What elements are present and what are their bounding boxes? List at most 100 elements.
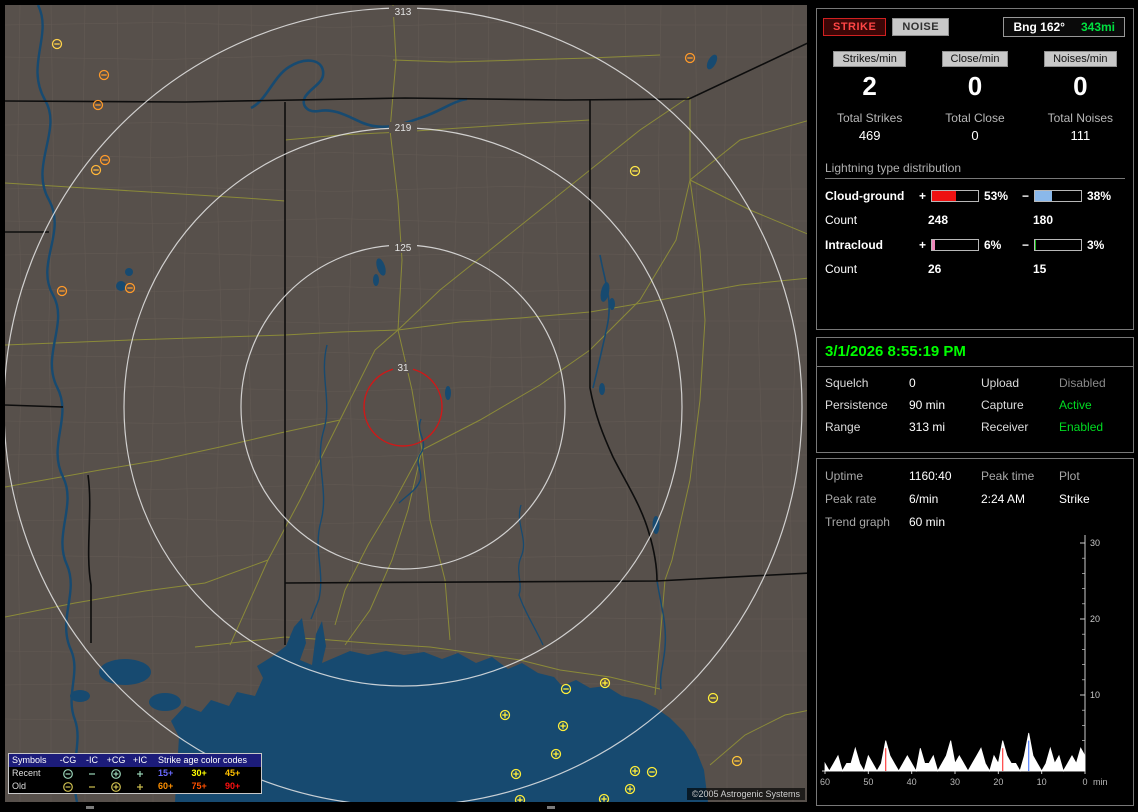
- range-label: Range: [825, 420, 861, 434]
- legend-col-neg-ic: -IC: [86, 755, 98, 765]
- legend-row-old: Old 60+ 75+ 90+: [9, 780, 261, 793]
- lightning-distribution: Lightning type distribution Cloud-ground…: [825, 161, 1125, 281]
- noises-per-min-value: 0: [1073, 71, 1088, 101]
- legend-row-recent: Recent 15+ 30+ 45+: [9, 767, 261, 780]
- old-age-codes: 60+ 75+ 90+: [152, 780, 261, 793]
- noises-rate-column: Noises/min 0 Total Noises 111: [1028, 51, 1133, 143]
- noise-button[interactable]: NOISE: [892, 18, 950, 36]
- upload-value: Disabled: [1059, 376, 1106, 390]
- ring-label-31: 31: [397, 363, 409, 374]
- plot-value: Strike: [1059, 492, 1090, 506]
- bottom-tick: [86, 806, 94, 809]
- strike-button[interactable]: STRIKE: [823, 18, 887, 36]
- trend-panel: Uptime 1160:40 Peak time Plot Peak rate …: [816, 458, 1134, 806]
- bottom-tick: [547, 806, 555, 809]
- cg-minus-count: 180: [1033, 213, 1054, 227]
- bearing-range: 343mi: [1080, 20, 1115, 34]
- legend-col-pos-cg: +CG: [106, 755, 126, 765]
- ic-plus-count: 26: [928, 262, 942, 276]
- ic-plus-pct: 6%: [984, 237, 1002, 252]
- lightning-map[interactable]: 313 219 125 31 Symbols -CG -IC +CG +IC S…: [5, 5, 807, 802]
- peak-time-value: 2:24 AM: [981, 492, 1026, 506]
- capture-label: Capture: [981, 398, 1024, 412]
- svg-text:40: 40: [907, 777, 917, 787]
- cloud-ground-count-row: Count 248 180: [825, 208, 1125, 232]
- nexstorm-window: 313 219 125 31 Symbols -CG -IC +CG +IC S…: [0, 0, 1138, 812]
- legend-header: Symbols -CG -IC +CG +IC Strike age color…: [9, 754, 261, 767]
- count-label: Count: [825, 213, 858, 227]
- map-legend: Symbols -CG -IC +CG +IC Strike age color…: [8, 753, 262, 794]
- capture-value: Active: [1059, 398, 1092, 412]
- ring-label-125: 125: [395, 243, 412, 254]
- upload-label: Upload: [981, 376, 1020, 390]
- total-noises-label: Total Noises: [1047, 111, 1113, 125]
- cg-plus-count: 248: [928, 213, 949, 227]
- persistence-label: Persistence: [825, 398, 888, 412]
- cg-plus-fill: [932, 190, 957, 201]
- close-per-min-button[interactable]: Close/min: [941, 51, 1009, 67]
- recent-age-codes: 15+ 30+ 45+: [152, 767, 261, 780]
- age-45: 45+: [225, 768, 241, 778]
- stats-panel: STRIKE NOISE Bng 162° 343mi Strikes/min …: [816, 8, 1134, 330]
- peak-time-label: Peak time: [981, 469, 1035, 483]
- plot-label: Plot: [1059, 469, 1080, 483]
- age-15: 15+: [158, 768, 174, 778]
- svg-text:60: 60: [820, 777, 830, 787]
- squelch-label: Squelch: [825, 376, 869, 390]
- cg-minus-fill: [1035, 190, 1053, 201]
- total-strikes-label: Total Strikes: [836, 111, 903, 125]
- noises-per-min-button[interactable]: Noises/min: [1044, 51, 1117, 67]
- strikes-rate-column: Strikes/min 2 Total Strikes 469: [817, 51, 922, 143]
- ic-minus-count: 15: [1033, 262, 1047, 276]
- svg-text:30: 30: [1090, 538, 1100, 548]
- pos-ic-old-icon: [128, 781, 152, 793]
- svg-text:min: min: [1093, 777, 1108, 787]
- ic-plus-bar: [931, 238, 979, 251]
- neg-cg-old-icon: [56, 781, 80, 793]
- uptime-label: Uptime: [825, 469, 864, 483]
- settings-panel: 3/1/2026 8:55:19 PM Squelch 0 Upload Dis…: [816, 337, 1134, 453]
- persistence-value: 90 min: [909, 398, 946, 412]
- neg-ic-recent-icon: [80, 768, 104, 780]
- peak-rate-value: 6/min: [909, 492, 939, 506]
- age-60: 60+: [158, 781, 174, 791]
- distribution-title: Lightning type distribution: [825, 161, 1125, 179]
- ic-minus-fill: [1035, 239, 1037, 250]
- strikes-per-min-button[interactable]: Strikes/min: [833, 51, 906, 67]
- bearing-label: Bng 162°: [1013, 20, 1065, 34]
- peak-rate-label: Peak rate: [825, 492, 877, 506]
- cg-plus-bar: [931, 189, 979, 202]
- total-close-label: Total Close: [945, 111, 1005, 125]
- close-rate-column: Close/min 0 Total Close 0: [922, 51, 1027, 143]
- squelch-value: 0: [909, 376, 916, 390]
- receiver-settings: Squelch 0 Upload Disabled Persistence 90…: [817, 367, 1133, 434]
- receiver-value: Enabled: [1059, 420, 1104, 434]
- datetime-display: 3/1/2026 8:55:19 PM: [817, 338, 1133, 367]
- strikes-per-min-value: 2: [862, 71, 877, 101]
- neg-cg-recent-icon: [56, 768, 80, 780]
- legend-col-pos-ic: +IC: [132, 755, 148, 765]
- plus-sign: +: [918, 188, 926, 203]
- legend-symbols-label: Symbols: [12, 755, 47, 765]
- rate-counters: Strikes/min 2 Total Strikes 469 Close/mi…: [817, 51, 1133, 143]
- mode-row: STRIKE NOISE Bng 162° 343mi: [817, 9, 1133, 37]
- total-close-value: 0: [971, 128, 979, 143]
- intracloud-label: Intracloud: [825, 237, 884, 252]
- trend-window-value: 60 min: [909, 515, 946, 529]
- svg-text:20: 20: [993, 777, 1003, 787]
- ring-label-219: 219: [395, 123, 412, 134]
- legend-recent-label: Recent: [12, 768, 41, 778]
- copyright-label: ©2005 Astrogenic Systems: [686, 788, 805, 800]
- close-per-min-value: 0: [967, 71, 983, 101]
- receiver-label: Receiver: [981, 420, 1029, 434]
- range-value: 313 mi: [909, 420, 946, 434]
- pos-cg-old-icon: [104, 781, 128, 793]
- trend-graph-row: Trend graph 60 min: [817, 506, 1133, 529]
- uptime-value: 1160:40: [909, 469, 952, 483]
- trend-graph-label: Trend graph: [825, 515, 890, 529]
- svg-text:20: 20: [1090, 614, 1100, 624]
- legend-old-label: Old: [12, 781, 27, 791]
- age-75: 75+: [191, 781, 207, 791]
- map-canvas[interactable]: 313 219 125 31: [5, 5, 807, 802]
- ic-minus-pct: 3%: [1087, 237, 1105, 252]
